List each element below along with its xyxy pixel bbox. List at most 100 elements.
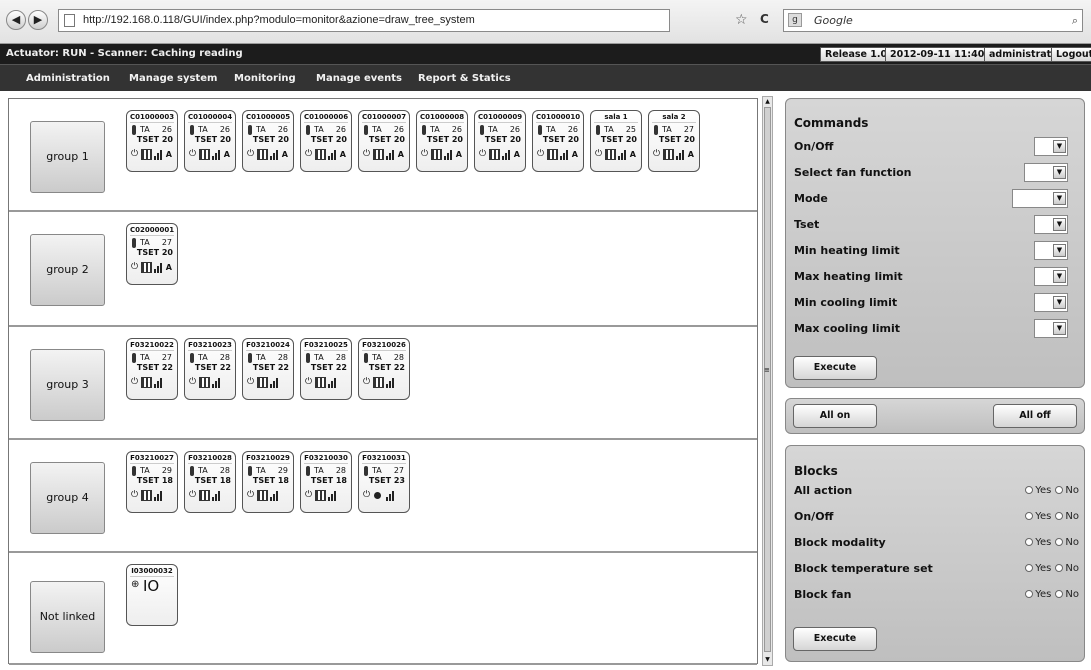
yes-label: Yes bbox=[1035, 485, 1052, 496]
device-tile[interactable]: C01000004 TA 26 TSET 20 ⏻ A bbox=[184, 110, 236, 172]
min-heating-select[interactable]: ▼ bbox=[1034, 241, 1068, 260]
yes-radio[interactable] bbox=[1025, 564, 1034, 572]
device-tile[interactable]: F03210023 TA 28 TSET 22 ⏻ bbox=[184, 338, 236, 400]
ambient-temperature: TA 26 bbox=[304, 125, 348, 135]
no-radio[interactable] bbox=[1055, 564, 1064, 572]
scroll-thumb[interactable] bbox=[764, 107, 771, 652]
mode-label: A bbox=[397, 150, 404, 159]
menu-monitoring[interactable]: Monitoring bbox=[234, 65, 296, 92]
commands-execute-button[interactable]: Execute bbox=[793, 356, 877, 380]
search-icon[interactable]: ⌕ bbox=[1072, 10, 1078, 31]
tset-value: 20 bbox=[509, 135, 521, 144]
group-button[interactable]: Not linked bbox=[30, 581, 105, 653]
yes-radio[interactable] bbox=[1025, 512, 1034, 520]
tset-label: TSET bbox=[600, 135, 624, 144]
signal-bar bbox=[563, 153, 565, 160]
star-icon[interactable]: ☆ bbox=[735, 12, 748, 28]
ambient-temperature: TA 28 bbox=[188, 466, 232, 476]
device-tile[interactable]: C01000008 TA 26 TSET 20 ⏻ A bbox=[416, 110, 468, 172]
scroll-up-icon[interactable]: ▲ bbox=[763, 97, 772, 107]
command-row-tset: Tset ▼ bbox=[794, 215, 1076, 235]
device-status-icons: ⏻ bbox=[304, 490, 348, 501]
power-icon: ⏻ bbox=[363, 377, 371, 387]
device-tile[interactable]: C01000007 TA 26 TSET 20 ⏻ A bbox=[358, 110, 410, 172]
blocks-execute-button[interactable]: Execute bbox=[793, 627, 877, 651]
device-tile[interactable]: F03210022 TA 27 TSET 22 ⏻ bbox=[126, 338, 178, 400]
device-tile[interactable]: F03210026 TA 28 TSET 22 ⏻ bbox=[358, 338, 410, 400]
io-label: IO bbox=[143, 577, 160, 595]
menu-manage-events[interactable]: Manage events bbox=[316, 65, 402, 92]
device-status-icons: ⏻ bbox=[188, 490, 232, 501]
no-radio[interactable] bbox=[1055, 486, 1064, 494]
group-button[interactable]: group 4 bbox=[30, 462, 105, 534]
back-icon[interactable]: ◀ bbox=[6, 10, 26, 30]
device-tile[interactable]: F03210025 TA 28 TSET 22 ⏻ bbox=[300, 338, 352, 400]
fan-function-select[interactable]: ▼ bbox=[1024, 163, 1068, 182]
command-label: Tset bbox=[794, 218, 820, 231]
yes-radio[interactable] bbox=[1025, 538, 1034, 546]
tset-label: TSET bbox=[252, 363, 276, 372]
device-tile[interactable]: C01000003 TA 26 TSET 20 ⏻ A bbox=[126, 110, 178, 172]
device-tile[interactable]: F03210024 TA 28 TSET 22 ⏻ bbox=[242, 338, 294, 400]
search-input[interactable]: g Google ⌕ bbox=[783, 9, 1083, 32]
device-id: F03210028 bbox=[188, 454, 232, 464]
all-off-button[interactable]: All off bbox=[993, 404, 1077, 428]
forward-icon[interactable]: ▶ bbox=[28, 10, 48, 30]
device-tile[interactable]: F03210031 TA 27 TSET 23 ⏻ bbox=[358, 451, 410, 513]
max-heating-select[interactable]: ▼ bbox=[1034, 267, 1068, 286]
device-tile[interactable]: F03210030 TA 28 TSET 18 ⏻ bbox=[300, 451, 352, 513]
min-cooling-select[interactable]: ▼ bbox=[1034, 293, 1068, 312]
mode-select[interactable]: ▼ bbox=[1012, 189, 1068, 208]
max-cooling-select[interactable]: ▼ bbox=[1034, 319, 1068, 338]
yes-label: Yes bbox=[1035, 563, 1052, 574]
device-tile[interactable]: sala 1 TA 25 TSET 20 ⏻ A bbox=[590, 110, 642, 172]
reload-icon[interactable]: C bbox=[760, 12, 769, 26]
no-radio[interactable] bbox=[1055, 538, 1064, 546]
running-dot-icon bbox=[374, 492, 381, 499]
tset-label: TSET bbox=[310, 363, 334, 372]
device-id: F03210030 bbox=[304, 454, 348, 464]
signal-bar bbox=[334, 378, 336, 388]
logout-button[interactable]: Logout bbox=[1051, 47, 1091, 62]
device-tile[interactable]: C01000006 TA 26 TSET 20 ⏻ A bbox=[300, 110, 352, 172]
tset-label: TSET bbox=[194, 135, 218, 144]
vertical-scrollbar[interactable]: ▲ ≡ ▼ bbox=[762, 96, 773, 666]
scroll-down-icon[interactable]: ▼ bbox=[763, 655, 772, 665]
address-bar[interactable]: http://192.168.0.118/GUI/index.php?modul… bbox=[58, 9, 670, 32]
group-button[interactable]: group 2 bbox=[30, 234, 105, 306]
menu-manage-system[interactable]: Manage system bbox=[129, 65, 217, 92]
device-tile[interactable]: C01000005 TA 26 TSET 20 ⏻ A bbox=[242, 110, 294, 172]
device-tile[interactable]: C02000001 TA 27 TSET 20 ⏻ A bbox=[126, 223, 178, 285]
no-radio[interactable] bbox=[1055, 590, 1064, 598]
device-tile[interactable]: F03210027 TA 29 TSET 18 ⏻ bbox=[126, 451, 178, 513]
device-tile[interactable]: F03210028 TA 28 TSET 18 ⏻ bbox=[184, 451, 236, 513]
group-button[interactable]: group 1 bbox=[30, 121, 105, 193]
yes-radio[interactable] bbox=[1025, 486, 1034, 494]
all-on-button[interactable]: All on bbox=[793, 404, 877, 428]
tset-select[interactable]: ▼ bbox=[1034, 215, 1068, 234]
group-button[interactable]: group 3 bbox=[30, 349, 105, 421]
block-label: Block fan bbox=[794, 588, 852, 601]
device-status-icons: ⏻ bbox=[362, 377, 406, 388]
menu-administration[interactable]: Administration bbox=[26, 65, 110, 92]
thermometer-icon bbox=[190, 125, 194, 135]
status-text: Actuator: RUN - Scanner: Caching reading bbox=[6, 48, 243, 59]
device-tile[interactable]: C01000009 TA 26 TSET 20 ⏻ A bbox=[474, 110, 526, 172]
block-label: Block modality bbox=[794, 536, 886, 549]
device-tile[interactable]: sala 2 TA 27 TSET 20 ⏻ A bbox=[648, 110, 700, 172]
signal-bar bbox=[157, 494, 159, 501]
ta-value: 29 bbox=[277, 466, 288, 475]
device-tile[interactable]: F03210029 TA 29 TSET 18 ⏻ bbox=[242, 451, 294, 513]
device-id: F03210031 bbox=[362, 454, 406, 464]
no-radio[interactable] bbox=[1055, 512, 1064, 520]
block-label: Block temperature set bbox=[794, 562, 933, 575]
menu-report-statics[interactable]: Report & Statics bbox=[418, 65, 511, 92]
yes-radio[interactable] bbox=[1025, 590, 1034, 598]
device-tile[interactable]: C01000010 TA 26 TSET 20 ⏻ A bbox=[532, 110, 584, 172]
power-icon: ⏻ bbox=[537, 149, 545, 159]
device-tile[interactable]: I03000032 ⊕ IO bbox=[126, 564, 178, 626]
setpoint: TSET 18 bbox=[188, 476, 232, 486]
on-off-select[interactable]: ▼ bbox=[1034, 137, 1068, 156]
device-status-icons: ⏻ A bbox=[478, 149, 522, 160]
ta-label: TA bbox=[140, 238, 150, 247]
